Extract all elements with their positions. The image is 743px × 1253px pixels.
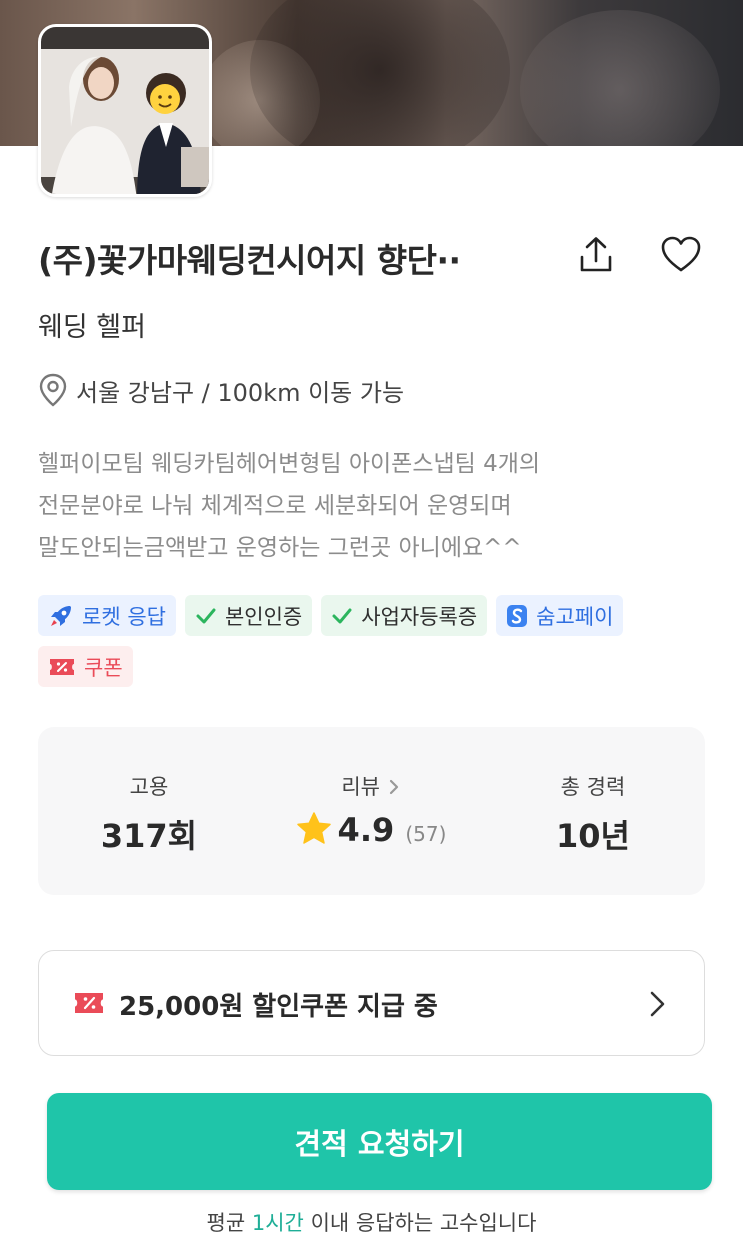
- intro-line: 헬퍼이모팀 웨딩카팀헤어변형팀 아이폰스냅팀 4개의: [38, 451, 541, 477]
- intro-line: 말도안되는금액받고 운영하는 그런곳 아니에요^^: [38, 535, 522, 561]
- badge-label: 숨고페이: [536, 604, 614, 629]
- location-pin-icon: [39, 373, 67, 407]
- intro-line: 전문분야로 나눠 체계적으로 세분화되어 운영되며: [38, 493, 512, 519]
- badge-label: 로켓 응답: [82, 604, 166, 629]
- favorite-button[interactable]: [658, 232, 704, 278]
- soomgo-pay-icon: [506, 604, 528, 628]
- response-time-note: 평균 1시간 이내 응답하는 고수입니다: [0, 1207, 743, 1237]
- review-count: (57): [405, 822, 447, 846]
- profile-title: (주)꽃가마웨딩컨시어지 향단··: [38, 241, 461, 280]
- review-label[interactable]: 리뷰: [341, 775, 380, 799]
- badge-business-registration: 사업자등록증: [321, 595, 488, 636]
- check-icon: [195, 605, 217, 627]
- request-quote-button[interactable]: 견적 요청하기: [47, 1093, 712, 1190]
- share-icon: [580, 237, 612, 272]
- badge-identity-verified: 본인인증: [184, 595, 313, 636]
- coupon-icon: [73, 990, 105, 1020]
- response-highlight: 1시간: [251, 1211, 304, 1235]
- stat-reviews[interactable]: 리뷰 4.9 (57): [260, 727, 482, 895]
- stat-value: 317회: [100, 817, 198, 855]
- badge-list: 로켓 응답 본인인증 사업자등록증 숨고페이 쿠폰: [38, 595, 708, 687]
- stats-card: 고용 317회 리뷰 4.9 (57) 총 경력 10년: [38, 727, 705, 895]
- star-icon: [296, 812, 331, 844]
- intro-text: 헬퍼이모팀 웨딩카팀헤어변형팀 아이폰스냅팀 4개의 전문분야로 나눠 체계적으…: [38, 443, 698, 569]
- chevron-right-icon: [645, 989, 669, 1023]
- service-category: 웨딩 헬퍼: [38, 312, 146, 343]
- title-row: (주)꽃가마웨딩컨시어지 향단··: [38, 228, 708, 284]
- stat-value: 10년: [556, 817, 630, 855]
- coupon-banner-text: 25,000원 할인쿠폰 지급 중: [119, 992, 438, 1022]
- location-info: 서울 강남구 / 100km 이동 가능: [38, 370, 404, 410]
- share-button[interactable]: [573, 232, 619, 278]
- profile-photo[interactable]: [38, 24, 212, 197]
- badge-coupon: 쿠폰: [38, 646, 133, 687]
- rocket-icon: [48, 603, 74, 629]
- stat-value: 4.9 (57): [260, 811, 482, 849]
- coupon-icon: [48, 656, 76, 678]
- profile-photo-image: [41, 27, 209, 194]
- review-score: 4.9: [337, 811, 395, 849]
- badge-label: 쿠폰: [84, 655, 123, 680]
- stat-career: 총 경력 10년: [482, 727, 704, 895]
- location-text: 서울 강남구 / 100km 이동 가능: [76, 378, 405, 407]
- badge-label: 본인인증: [224, 604, 303, 629]
- stat-label[interactable]: 리뷰: [260, 771, 482, 801]
- check-icon: [331, 605, 353, 627]
- response-suffix: 이내 응답하는 고수입니다: [303, 1211, 537, 1235]
- stat-label: 고용: [129, 775, 169, 799]
- badge-soomgo-pay: 숨고페이: [496, 595, 624, 636]
- coupon-banner[interactable]: 25,000원 할인쿠폰 지급 중: [38, 950, 705, 1056]
- response-prefix: 평균: [206, 1211, 252, 1235]
- stat-hires: 고용 317회: [38, 727, 260, 895]
- stat-label: 총 경력: [560, 775, 626, 799]
- badge-rocket-response: 로켓 응답: [38, 595, 176, 636]
- heart-icon: [661, 236, 701, 272]
- badge-label: 사업자등록증: [361, 604, 478, 629]
- chevron-right-icon: [389, 779, 398, 795]
